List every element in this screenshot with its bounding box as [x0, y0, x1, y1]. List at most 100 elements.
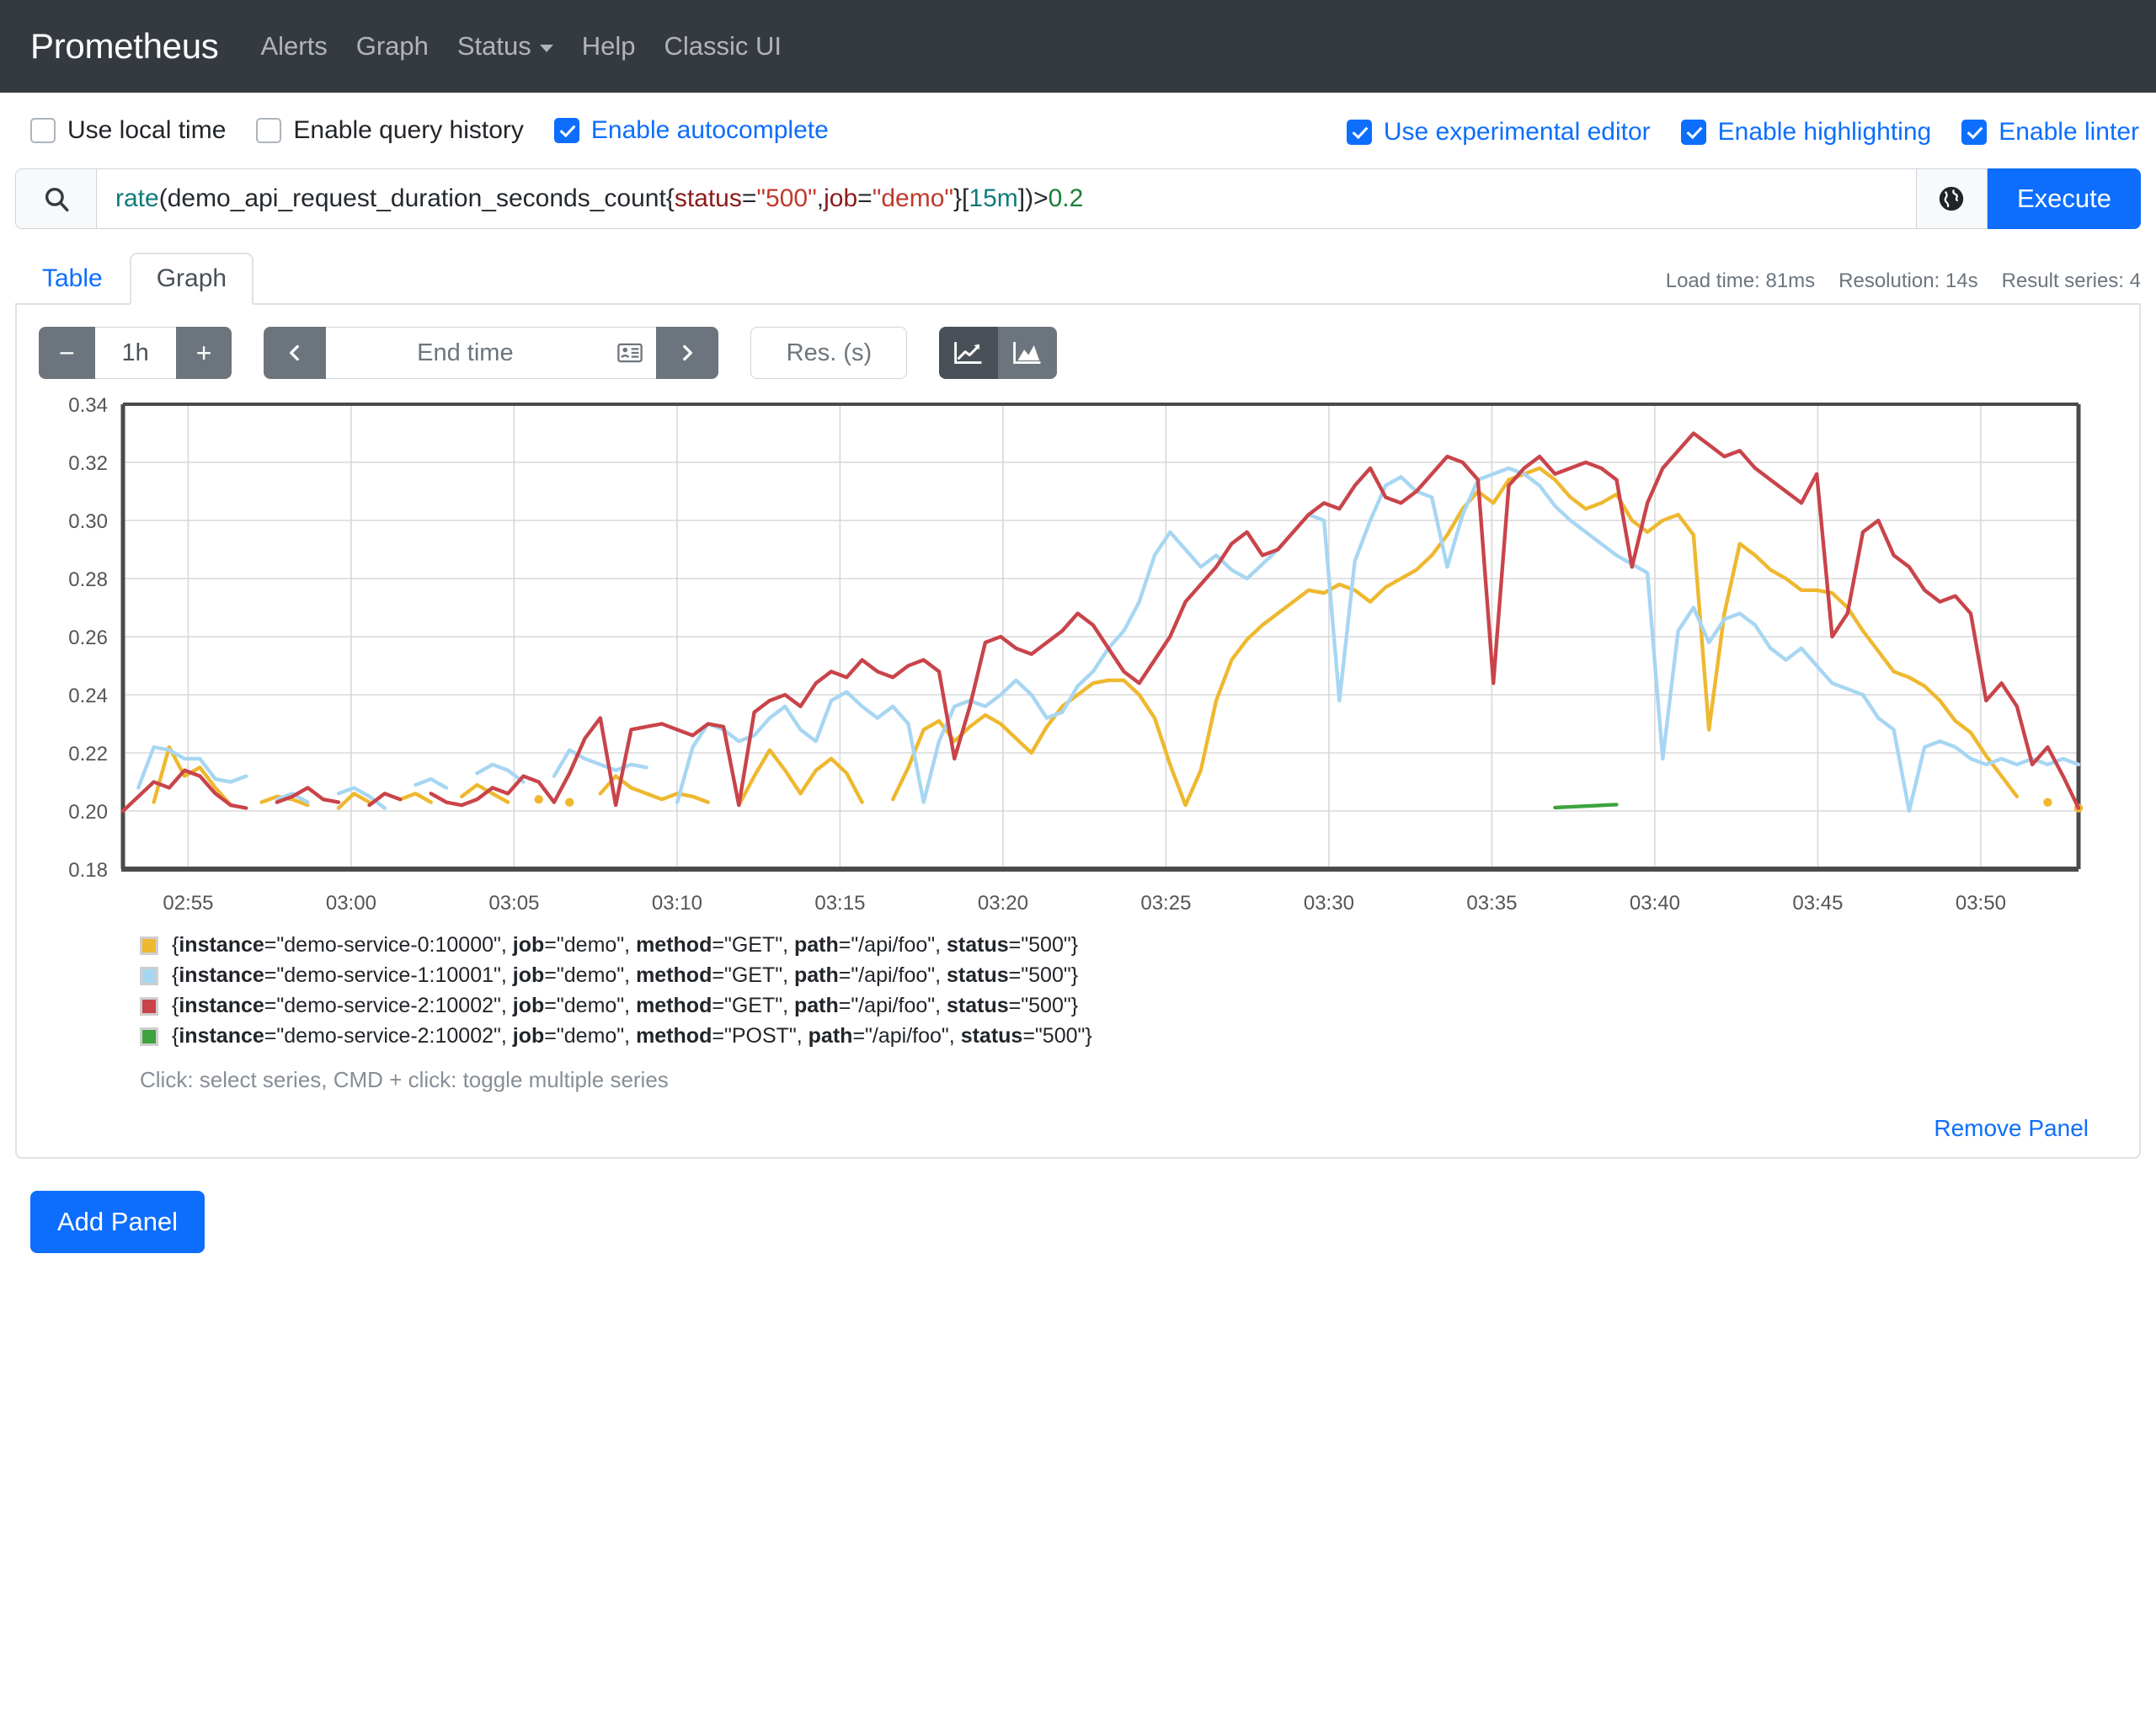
tab-table[interactable]: Table [15, 253, 130, 305]
brand-prometheus[interactable]: Prometheus [30, 26, 219, 67]
nav-link-status[interactable]: Status [457, 31, 553, 61]
legend-item[interactable]: {instance="demo-service-2:10002", job="d… [140, 1024, 2117, 1048]
legend-color-swatch [140, 966, 158, 985]
resolution-input[interactable]: Res. (s) [750, 327, 908, 379]
checkbox-box[interactable] [1961, 120, 1988, 145]
legend-item[interactable]: {instance="demo-service-2:10002", job="d… [140, 994, 2117, 1018]
search-icon [45, 187, 68, 212]
range-increase-button[interactable]: + [175, 327, 232, 379]
x-axis-tick-label: 03:20 [978, 892, 1028, 915]
query-token-lname: job [824, 184, 858, 212]
checkbox-label: Use local time [67, 116, 227, 144]
y-axis-tick-label: 0.34 [68, 397, 108, 417]
checkbox-box[interactable] [1680, 120, 1706, 145]
graph-chart[interactable]: 0.18 0.20 0.22 0.24 0.26 0.28 0.30 0.32 0.34 02:5… [39, 397, 2104, 920]
x-axis-tick-label: 03:00 [326, 892, 376, 915]
legend-color-swatch [140, 996, 158, 1016]
remove-panel-link[interactable]: Remove Panel [1934, 1115, 2089, 1141]
time-back-button[interactable] [264, 327, 327, 379]
chart-svg: 0.18 0.20 0.22 0.24 0.26 0.28 0.30 0.32 0.34 02:5… [68, 397, 2084, 915]
query-token-lval: "500" [756, 184, 817, 212]
options-left-group: Use local time Enable query history Enable… [30, 116, 829, 145]
checkbox-label: Enable linter [1999, 118, 2139, 146]
options-right-group: Use experimental editor Enable highlighti… [1346, 118, 2139, 147]
search-icon-button[interactable] [15, 168, 96, 229]
calendar-icon [617, 343, 643, 363]
checkbox-enable-highlighting[interactable]: Enable highlighting [1680, 118, 1932, 147]
nav-link-help[interactable]: Help [582, 31, 636, 61]
add-panel-button[interactable]: Add Panel [30, 1191, 205, 1253]
chevron-right-icon [683, 344, 693, 361]
line-chart-icon [954, 342, 982, 364]
y-axis-tick-label: 0.24 [68, 685, 108, 707]
chevron-left-icon [290, 344, 300, 361]
checkbox-label: Enable query history [293, 116, 524, 144]
nav-link-classic-ui[interactable]: Classic UI [664, 31, 782, 61]
tab-graph[interactable]: Graph [129, 253, 254, 305]
range-decrease-button[interactable]: − [39, 327, 95, 379]
x-axis-tick-label: 02:55 [163, 892, 213, 915]
checkbox-use-experimental-editor[interactable]: Use experimental editor [1346, 118, 1651, 147]
chevron-down-icon [539, 44, 553, 52]
query-token-plain: (demo_api_request_duration_seconds_count… [158, 184, 675, 212]
execute-button[interactable]: Execute [1987, 168, 2141, 229]
stat-result-series: Result series: 4 [2001, 269, 2141, 292]
nav-link-label: Alerts [260, 31, 328, 61]
end-time-calendar-button[interactable] [604, 327, 657, 379]
nav-links: Alerts Graph Status Help Classic UI [260, 31, 810, 61]
result-tabs: Table Graph Load time: 81ms Resolution: … [15, 253, 2141, 305]
metric-explorer-button[interactable] [1916, 168, 1988, 229]
query-token-plain: = [741, 184, 757, 212]
line-chart-button[interactable] [939, 327, 999, 379]
query-token-plain: , [816, 184, 825, 212]
query-stats: Load time: 81ms Resolution: 14s Result s… [1666, 269, 2141, 293]
nav-link-graph[interactable]: Graph [356, 31, 429, 61]
y-axis-tick-label: 0.22 [68, 743, 108, 766]
x-axis-tick-label: 03:05 [488, 892, 539, 915]
end-time-input[interactable]: End time [326, 327, 605, 379]
y-axis-tick-label: 0.26 [68, 627, 108, 649]
x-axis-tick-label: 03:35 [1466, 892, 1517, 915]
legend-item-label: {instance="demo-service-2:10002", job="d… [172, 994, 1079, 1017]
series-point [565, 798, 574, 807]
legend-color-swatch [140, 936, 158, 955]
nav-link-label: Help [581, 31, 636, 61]
checkbox-box[interactable] [1346, 120, 1372, 145]
legend-hint: Click: select series, CMD + click: toggl… [140, 1067, 669, 1092]
checkbox-enable-query-history[interactable]: Enable query history [256, 116, 524, 145]
legend-item[interactable]: {instance="demo-service-0:10000", job="d… [140, 933, 2117, 958]
remove-panel-row: Remove Panel [39, 1115, 2089, 1142]
stat-load-time: Load time: 81ms [1665, 269, 1816, 292]
checkbox-label: Enable autocomplete [590, 116, 829, 144]
series-point [2043, 798, 2052, 807]
x-axis-tick-label: 03:45 [1792, 892, 1843, 915]
range-input[interactable]: 1h [94, 327, 176, 379]
query-token-fn: rate [115, 184, 159, 212]
query-bar: rate (demo_api_request_duration_seconds_c… [15, 168, 2141, 229]
checkbox-box[interactable] [256, 118, 282, 143]
nav-link-label: Status [456, 31, 531, 61]
globe-icon [1940, 186, 1964, 211]
legend-item[interactable]: {instance="demo-service-1:10001", job="d… [140, 963, 2117, 988]
series-legend: {instance="demo-service-0:10000", job="d… [39, 933, 2117, 1048]
series-line-3 [1553, 803, 1619, 810]
checkbox-label: Enable highlighting [1717, 118, 1932, 146]
legend-color-swatch [140, 1027, 158, 1046]
checkbox-use-local-time[interactable]: Use local time [30, 116, 226, 145]
query-input[interactable]: rate (demo_api_request_duration_seconds_c… [96, 168, 1917, 229]
series-line-1 [136, 466, 2081, 814]
checkbox-box[interactable] [30, 118, 56, 143]
graph-controls: − 1h + End time Res. (s) [39, 327, 2117, 379]
checkbox-enable-linter[interactable]: Enable linter [1961, 118, 2139, 147]
range-input-group: − 1h + [39, 327, 232, 379]
checkbox-enable-autocomplete[interactable]: Enable autocomplete [553, 116, 829, 145]
time-forward-button[interactable] [656, 327, 719, 379]
graph-panel: − 1h + End time Res. (s) 0.18 0.20 0.22 … [15, 305, 2141, 1159]
series-segment [1553, 803, 1619, 810]
checkbox-box[interactable] [553, 118, 579, 143]
query-token-plain: ]) [1017, 184, 1034, 212]
stacked-chart-button[interactable] [998, 327, 1058, 379]
y-axis-tick-label: 0.30 [68, 510, 108, 533]
y-axis-tick-label: 0.18 [68, 859, 108, 882]
nav-link-alerts[interactable]: Alerts [260, 31, 327, 61]
